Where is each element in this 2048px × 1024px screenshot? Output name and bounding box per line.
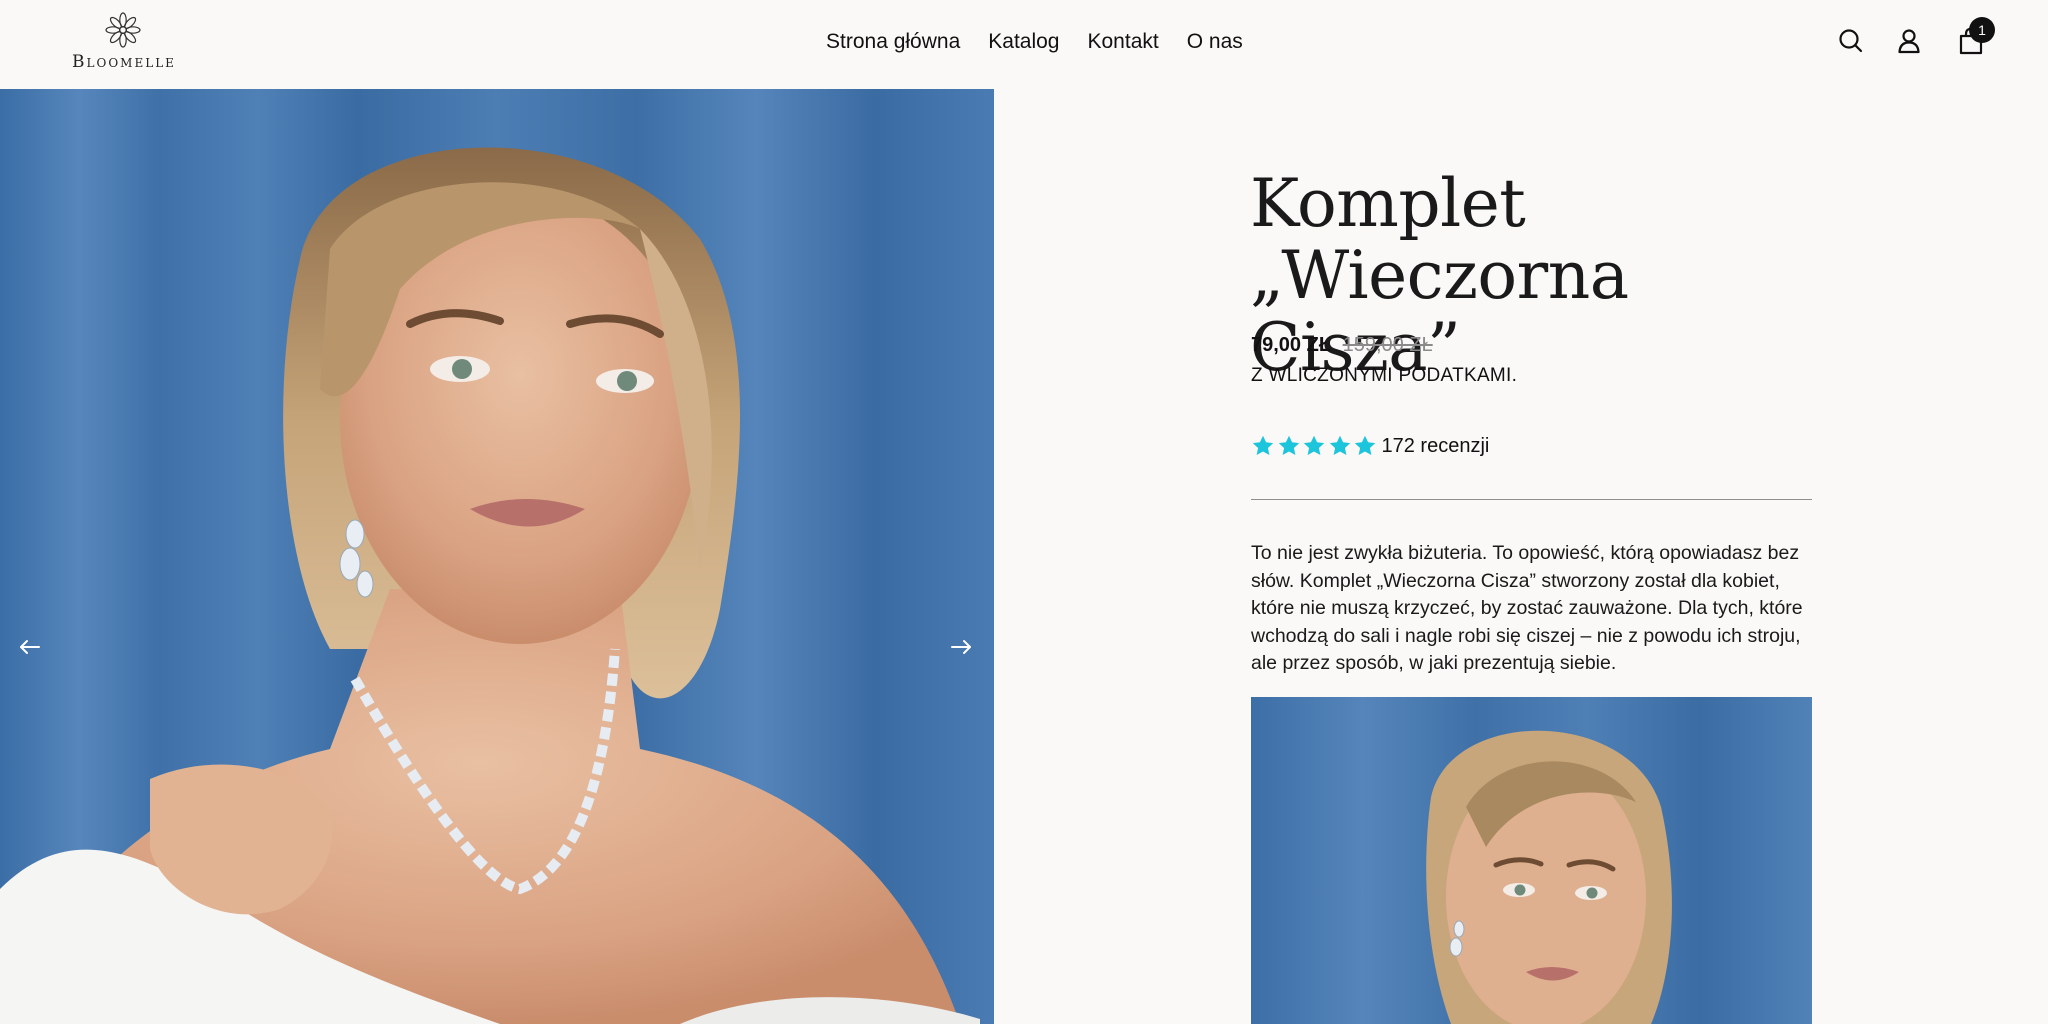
user-icon <box>1898 29 1920 54</box>
search-button[interactable] <box>1834 24 1868 58</box>
cart-count-badge: 1 <box>1969 17 1995 43</box>
price-row: 79,00 ZŁ 159,00 ZŁ <box>1251 334 1433 357</box>
nav-item-home[interactable]: Strona główna <box>826 26 960 58</box>
description-portrait-image <box>1251 697 1812 1024</box>
review-count[interactable]: 172 recenzji <box>1382 435 1490 458</box>
compare-price: 159,00 ZŁ <box>1342 334 1433 356</box>
product-description: To nie jest zwykła biżuteria. To opowieś… <box>1251 542 1803 674</box>
search-icon <box>1839 29 1863 53</box>
nav-item-contact[interactable]: Kontakt <box>1088 26 1159 58</box>
flower-logo-icon <box>105 12 141 48</box>
product-image-gallery[interactable] <box>0 89 994 1024</box>
rating-summary[interactable]: 172 recenzji <box>1251 432 1489 460</box>
description-image <box>1251 697 1812 1024</box>
site-header: Bloomelle Strona główna Katalog Kontakt … <box>0 0 2048 89</box>
brand-logo[interactable]: Bloomelle <box>52 12 196 74</box>
nav-item-catalog[interactable]: Katalog <box>988 26 1059 58</box>
product-title-line2: „Wieczorna Cisza” <box>1250 237 1629 386</box>
product-main-image <box>0 89 994 1024</box>
star-icon <box>1354 435 1376 455</box>
star-icon <box>1303 435 1325 455</box>
arrow-right-icon <box>951 640 971 654</box>
product-title-line1: Komplet <box>1250 165 1526 242</box>
gallery-prev-button[interactable] <box>12 629 48 665</box>
nav-item-about[interactable]: O nas <box>1187 26 1243 58</box>
tax-note: Z WLICZONYMI PODATKAMI. <box>1251 365 1518 386</box>
sale-price: 79,00 ZŁ <box>1251 334 1332 356</box>
gallery-next-button[interactable] <box>943 629 979 665</box>
star-icon <box>1278 435 1299 455</box>
account-button[interactable] <box>1892 24 1926 58</box>
arrow-left-icon <box>20 640 40 654</box>
main-nav: Strona główna Katalog Kontakt O nas <box>826 26 1243 58</box>
star-icon <box>1252 435 1274 455</box>
divider <box>1251 499 1812 500</box>
star-icon <box>1329 435 1350 455</box>
brand-name: Bloomelle <box>72 52 176 72</box>
